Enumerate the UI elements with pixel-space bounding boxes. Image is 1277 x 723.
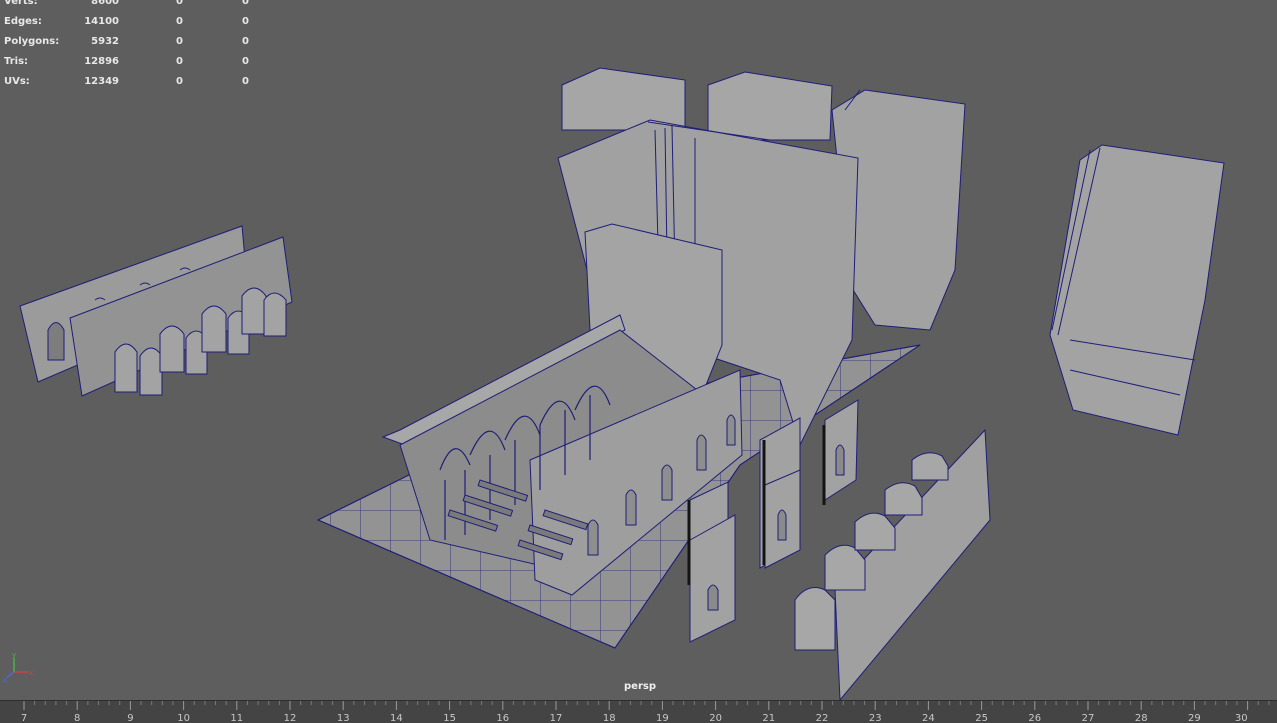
hud-stat-label: UVs: [4, 76, 30, 87]
hud-stat-value: 14100 [84, 16, 119, 27]
hud-stat-label: Verts: [4, 0, 38, 7]
time-slider-ruler[interactable]: 7 8 9 10 11 12 13 14 15 16 17 18 19 20 21 22 23 24 25 26 27 2… [0, 701, 1277, 723]
hud-stat-label: Tris: [4, 56, 29, 67]
viewport-persp[interactable]: Verts: 8600 0 0 Edges: 14100 0 0 Polygons: 5932 0 0… [0, 0, 1277, 700]
hud-stat-value: 12896 [84, 56, 119, 67]
hud-stat-value: 0 [176, 56, 183, 67]
time-slider[interactable]: 7 8 9 10 11 12 13 14 15 16 17 18 19 20 21 22 23 24 25 26 27 2… [0, 700, 1277, 723]
hud-stat-value: 0 [242, 56, 249, 67]
axis-gizmo: y x z [3, 651, 33, 684]
hud-stat-value: 8600 [91, 0, 119, 7]
hud-stat-value: 0 [242, 0, 249, 7]
axis-x-label: x [29, 669, 33, 677]
hud-stat-label: Polygons: [4, 36, 60, 47]
hud-stat-label: Edges: [4, 16, 42, 27]
pillar-right[interactable] [1049, 144, 1225, 436]
scene-render[interactable] [0, 0, 1277, 700]
hud-stat-value: 0 [242, 16, 249, 27]
hud-stat-value: 0 [176, 76, 183, 87]
hud-stat-value: 5932 [91, 36, 119, 47]
hud-stat-value: 0 [176, 16, 183, 27]
hud-stat-value: 12349 [84, 76, 119, 87]
hud-stat-value: 0 [176, 36, 183, 47]
camera-label: persp [624, 681, 656, 692]
hud-stat-value: 0 [242, 36, 249, 47]
hud-stat-value: 0 [242, 76, 249, 87]
axis-y-label: y [12, 651, 16, 659]
hud-stat-value: 0 [176, 0, 183, 7]
axis-z-label: z [3, 676, 7, 684]
wall-segment-left[interactable] [19, 225, 293, 397]
